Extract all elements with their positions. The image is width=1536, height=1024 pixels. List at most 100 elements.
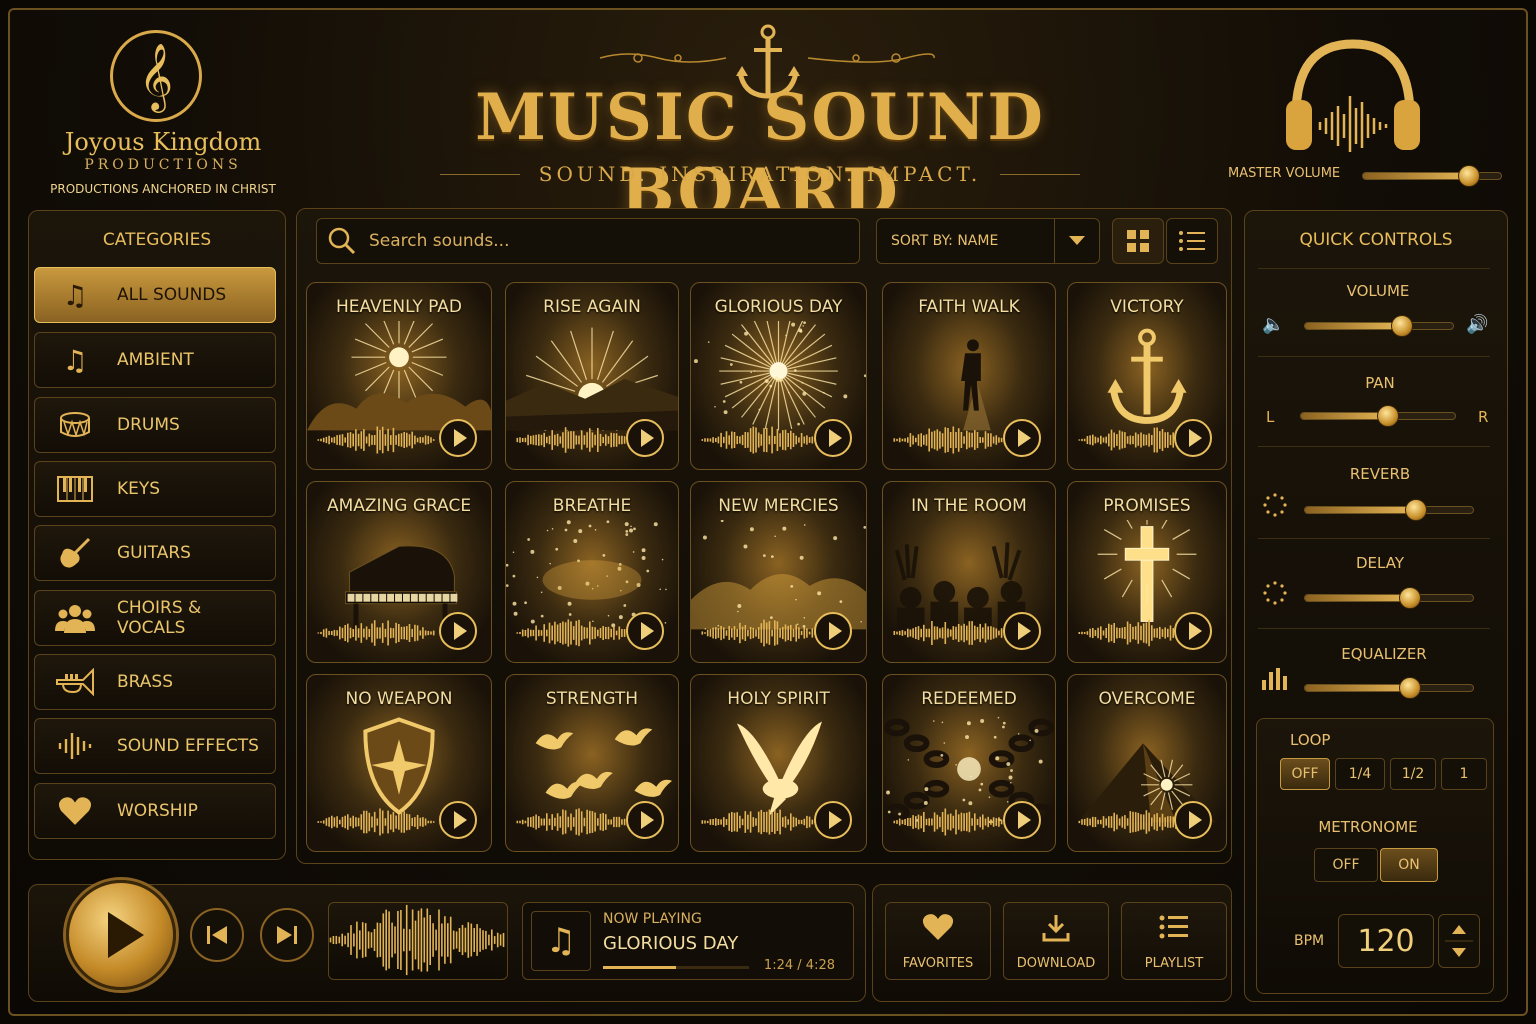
next-button[interactable] [260, 908, 314, 962]
sound-card-rise-again[interactable]: RISE AGAIN [505, 282, 679, 470]
play-button[interactable] [439, 612, 477, 650]
sound-card-amazing-grace[interactable]: AMAZING GRACE [306, 481, 492, 663]
category-label: DRUMS [117, 415, 180, 435]
play-button[interactable] [814, 612, 852, 650]
sound-card-holy-spirit[interactable]: HOLY SPIRIT [690, 674, 867, 852]
category-item-brass[interactable]: BRASS [34, 654, 276, 710]
play-button[interactable] [1003, 612, 1041, 650]
volume-label: VOLUME [1346, 282, 1410, 300]
sound-card-promises[interactable]: PROMISES [1067, 481, 1227, 663]
sound-card-title: OVERCOME [1098, 689, 1196, 709]
bpm-value[interactable]: 120 [1338, 914, 1434, 968]
waveform-icon [317, 808, 435, 836]
metronome-on-button[interactable]: ON [1380, 848, 1438, 882]
delay-icon [1263, 581, 1287, 605]
play-button[interactable] [1003, 801, 1041, 839]
reverb-slider[interactable] [1304, 499, 1474, 521]
play-button[interactable] [626, 801, 664, 839]
sun-clouds-icon [307, 321, 491, 431]
download-button[interactable]: DOWNLOAD [1003, 902, 1109, 980]
category-label: WORSHIP [117, 801, 198, 821]
pan-label: PAN [1365, 374, 1395, 392]
waveform-icon [701, 426, 819, 454]
category-item-guitars[interactable]: GUITARS [34, 525, 276, 581]
chevron-down-icon [1069, 236, 1085, 245]
sound-card-overcome[interactable]: OVERCOME [1067, 674, 1227, 852]
delay-label: DELAY [1356, 554, 1404, 572]
headphones-icon [1286, 39, 1420, 152]
sound-card-in-the-room[interactable]: IN THE ROOM [882, 481, 1056, 663]
sound-card-title: AMAZING GRACE [326, 496, 472, 516]
search-input[interactable] [369, 231, 829, 251]
waveform-icon [317, 620, 435, 646]
play-button[interactable] [626, 419, 664, 457]
music-note-icon: ♫ [531, 911, 591, 971]
sound-card-victory[interactable]: VICTORY [1067, 282, 1227, 470]
sound-card-strength[interactable]: STRENGTH [505, 674, 679, 852]
play-button[interactable] [439, 419, 477, 457]
waveform-icon [51, 728, 99, 764]
treble-clef-logo-icon: 𝄞 [110, 30, 202, 122]
sound-card-redeemed[interactable]: REDEEMED [882, 674, 1056, 852]
category-item-worship[interactable]: WORSHIP [34, 783, 276, 839]
category-item-choirs-vocals[interactable]: CHOIRS & VOCALS [34, 590, 276, 646]
category-item-ambient[interactable]: ♫ AMBIENT [34, 332, 276, 388]
bpm-stepper[interactable] [1438, 914, 1480, 968]
play-button[interactable] [626, 612, 664, 650]
sound-card-title: VICTORY [1110, 297, 1184, 317]
volume-slider[interactable] [1304, 315, 1454, 337]
play-button[interactable] [814, 801, 852, 839]
play-button[interactable] [1174, 419, 1212, 457]
search-bar[interactable] [316, 218, 860, 264]
categories-title: CATEGORIES [102, 230, 212, 250]
main-play-button[interactable] [66, 880, 176, 990]
play-button[interactable] [1003, 419, 1041, 457]
sound-card-new-mercies[interactable]: NEW MERCIES [690, 481, 867, 663]
elapsed-time: 1:24 [763, 958, 794, 973]
play-button[interactable] [439, 801, 477, 839]
play-button[interactable] [1174, 612, 1212, 650]
progress-bar[interactable] [603, 966, 749, 969]
category-item-keys[interactable]: KEYS [34, 461, 276, 517]
equalizer-slider[interactable] [1304, 677, 1474, 699]
walking-man-icon [961, 339, 991, 431]
sound-card-breathe[interactable]: BREATHE [505, 481, 679, 663]
metronome-off-button[interactable]: OFF [1314, 848, 1378, 882]
sound-card-heavenly-pad[interactable]: HEAVENLY PAD [306, 282, 492, 470]
play-button[interactable] [814, 419, 852, 457]
playlist-button[interactable]: PLAYLIST [1121, 902, 1227, 980]
loop-quarter-button[interactable]: 1/4 [1335, 758, 1385, 790]
pan-slider[interactable] [1300, 405, 1456, 427]
trumpet-icon [51, 664, 99, 700]
reverb-icon [1263, 493, 1287, 517]
sunrise-icon [506, 327, 678, 431]
sound-card-faith-walk[interactable]: FAITH WALK [882, 282, 1056, 470]
sound-card-no-weapon[interactable]: NO WEAPON [306, 674, 492, 852]
metronome-label: METRONOME [1318, 818, 1418, 836]
brand-tagline: PRODUCTIONS ANCHORED IN CHRIST [50, 182, 276, 196]
sort-label: SORT BY: NAME [891, 233, 999, 249]
play-button[interactable] [1174, 801, 1212, 839]
sort-dropdown[interactable]: SORT BY: NAME [876, 218, 1100, 264]
download-label: DOWNLOAD [1016, 956, 1096, 971]
loop-one-button[interactable]: 1 [1441, 758, 1487, 790]
pan-right-label: R [1478, 408, 1489, 426]
previous-button[interactable] [190, 908, 244, 962]
keyboard-icon [51, 471, 99, 507]
waveform-icon [893, 426, 1011, 454]
playlist-label: PLAYLIST [1144, 956, 1204, 971]
favorites-button[interactable]: FAVORITES [885, 902, 991, 980]
anchor-icon [1107, 328, 1187, 424]
equalizer-icon [1262, 668, 1287, 690]
list-view-button[interactable] [1166, 218, 1218, 264]
loop-off-button[interactable]: OFF [1280, 758, 1330, 790]
category-item-all-sounds[interactable]: ♫ ALL SOUNDS [34, 267, 276, 323]
master-volume-slider[interactable] [1362, 165, 1502, 187]
grid-view-button[interactable] [1112, 218, 1164, 264]
category-item-drums[interactable]: DRUMS [34, 397, 276, 453]
category-item-sound-effects[interactable]: SOUND EFFECTS [34, 718, 276, 774]
sound-card-glorious-day[interactable]: GLORIOUS DAY [690, 282, 867, 470]
delay-slider[interactable] [1304, 587, 1474, 609]
waveform-icon [701, 809, 819, 835]
loop-half-button[interactable]: 1/2 [1390, 758, 1436, 790]
